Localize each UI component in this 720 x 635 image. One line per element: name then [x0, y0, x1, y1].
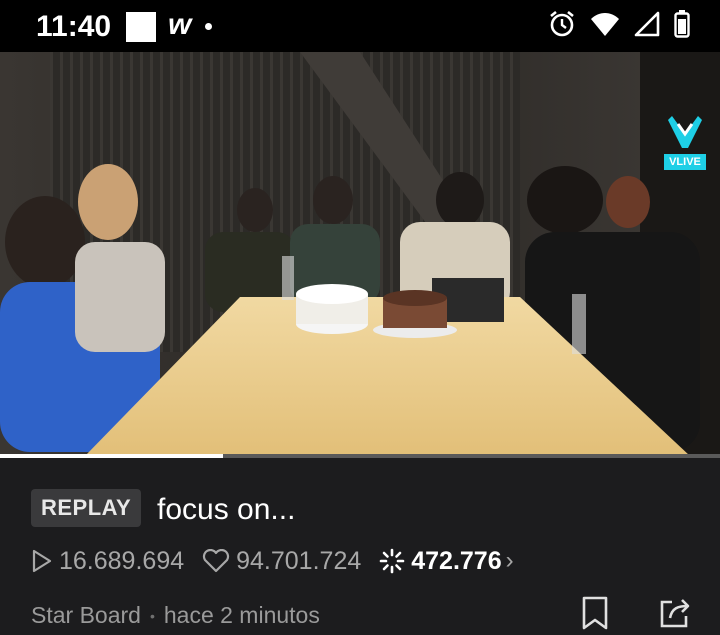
video-player[interactable]: VLIVE — [0, 52, 720, 456]
share-icon — [660, 599, 690, 628]
channel-name[interactable]: Star Board — [31, 602, 141, 629]
action-icons — [580, 596, 692, 635]
weverse-app-icon: w — [168, 8, 192, 41]
signal-icon — [634, 11, 660, 42]
video-title: focus on... — [157, 493, 296, 526]
comments-stat[interactable]: 472.776 › — [379, 546, 514, 576]
vlive-hand-icon — [668, 116, 702, 148]
video-frame-scene — [0, 52, 720, 456]
share-button[interactable] — [658, 596, 692, 635]
vlive-label: VLIVE — [664, 154, 706, 170]
play-count-icon — [32, 549, 52, 573]
replay-badge: REPLAY — [31, 489, 142, 527]
battery-icon — [674, 9, 690, 43]
sparkle-chat-icon — [379, 548, 405, 574]
status-icons — [548, 9, 690, 43]
alarm-icon — [548, 10, 576, 43]
bookmark-icon — [582, 596, 608, 630]
status-bar: 11:40 w — [0, 0, 720, 52]
wifi-icon — [590, 11, 620, 42]
status-time: 11:40 — [36, 10, 112, 43]
chevron-right-icon: › — [505, 547, 514, 574]
likes-stat[interactable]: 94.701.724 — [202, 547, 361, 576]
plays-stat: 16.689.694 — [31, 547, 184, 576]
video-stats: 16.689.694 94.701.724 472.776 › — [31, 546, 532, 576]
vlive-logo: VLIVE — [664, 112, 706, 170]
more-notifications-dot-icon — [205, 23, 212, 30]
meta-separator: • — [149, 607, 155, 624]
plays-count: 16.689.694 — [59, 546, 185, 575]
notification-square-icon — [126, 12, 156, 42]
video-info: REPLAY focus on... 16.689.694 94.701.724… — [0, 458, 720, 630]
comments-count: 472.776 — [411, 546, 502, 575]
bookmark-button[interactable] — [580, 596, 610, 635]
video-meta: Star Board • hace 2 minutos — [31, 602, 320, 629]
heart-icon — [203, 549, 230, 573]
likes-count: 94.701.724 — [236, 546, 362, 575]
time-ago: hace 2 minutos — [163, 602, 320, 628]
